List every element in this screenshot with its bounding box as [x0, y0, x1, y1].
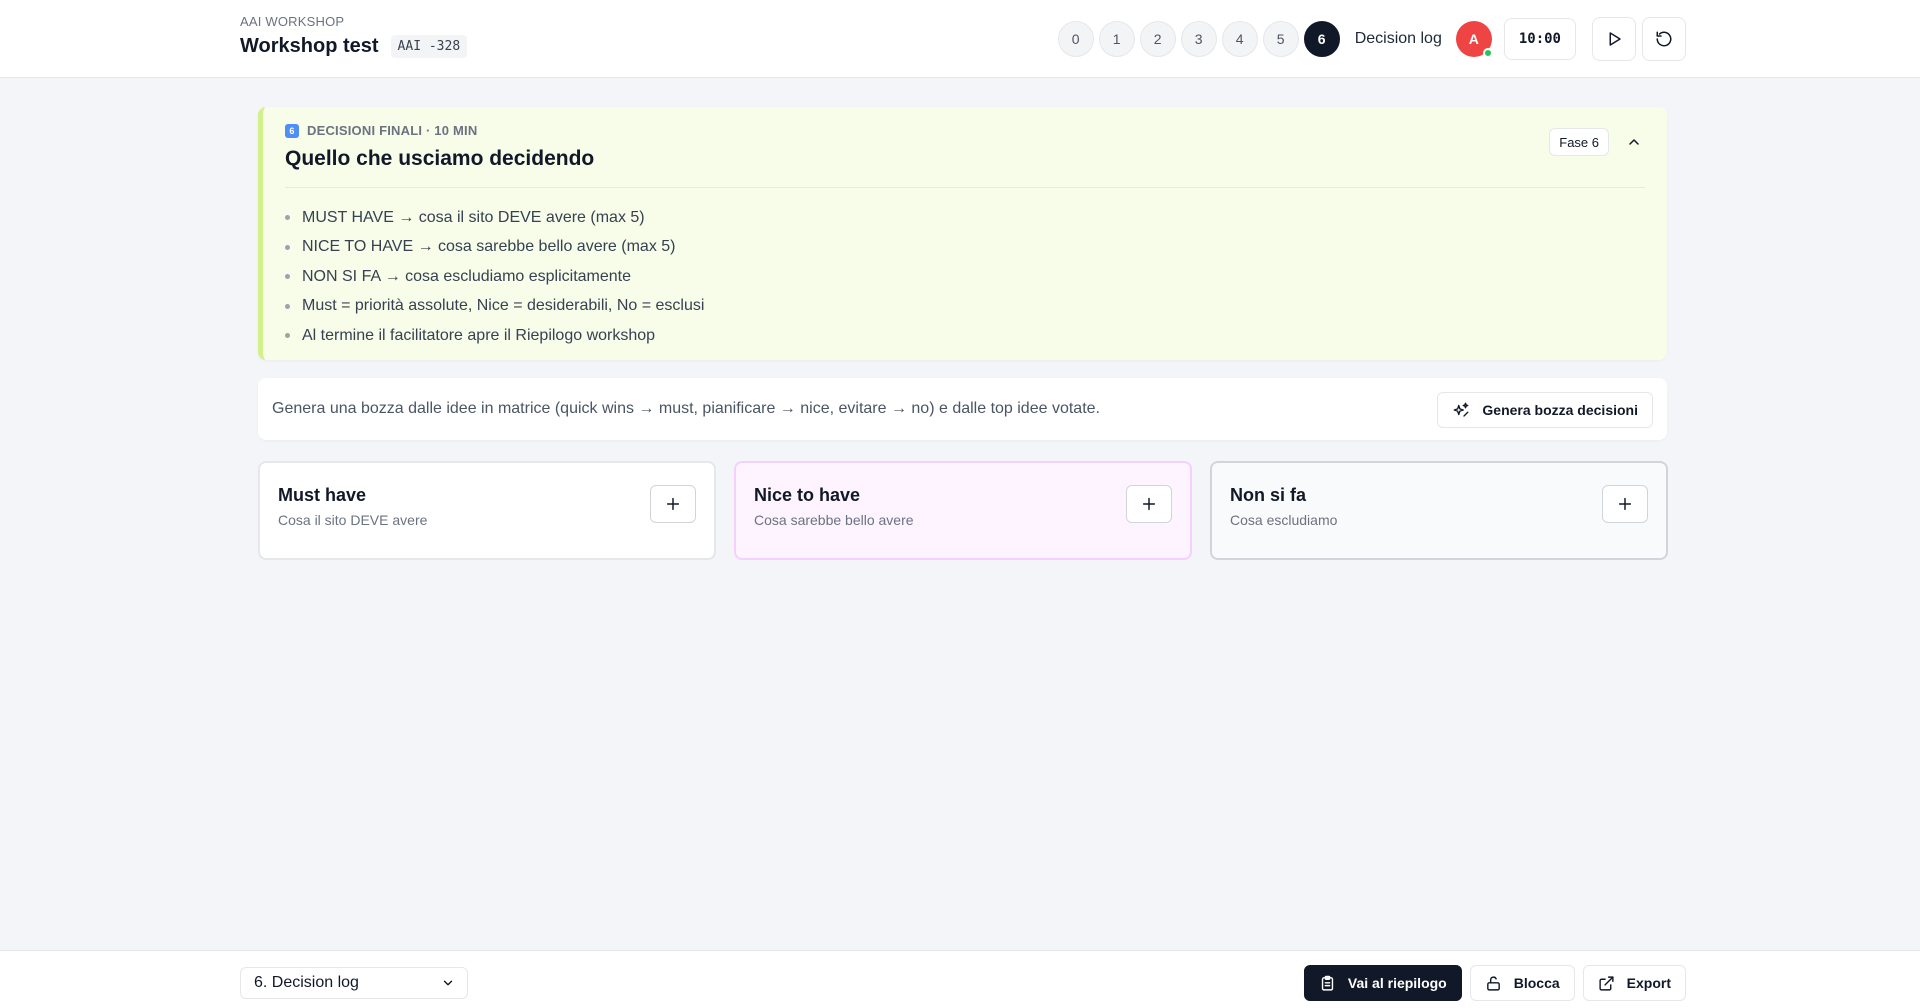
- list-item: MUST HAVE → cosa il sito DEVE avere (max…: [285, 203, 704, 233]
- title-row: Workshop test AAI -328: [240, 35, 468, 58]
- workshop-title: Workshop test: [240, 35, 379, 57]
- play-button[interactable]: [1592, 17, 1636, 61]
- generate-draft-label: Genera bozza decisioni: [1482, 402, 1638, 418]
- list-item-text: NON SI FA → cosa escludiamo esplicitamen…: [302, 267, 632, 285]
- bullet-dot: [285, 244, 290, 250]
- draft-description: Genera una bozza dalle idee in matrice (…: [272, 400, 1100, 417]
- workshop-brand: AAI WORKSHOP Workshop test AAI -328: [240, 14, 468, 58]
- list-item: NON SI FA → cosa escludiamo esplicitamen…: [285, 262, 704, 292]
- phase-button-0[interactable]: 0: [1057, 21, 1094, 57]
- column-title: Non si fa: [1230, 485, 1307, 505]
- plus-icon: [1618, 497, 1632, 511]
- go-to-summary-button[interactable]: Vai al riepilogo: [1303, 965, 1462, 1001]
- workshop-code-badge: AAI -328: [390, 35, 468, 58]
- bullet-dot: [285, 303, 290, 309]
- chevron-up-icon: [1629, 139, 1639, 145]
- phase-instructions-card: 6 DECISIONI FINALI · 10 MIN Quello che u…: [258, 107, 1667, 360]
- reset-icon: [1656, 31, 1672, 47]
- bottom-bar: 6. Decision log Vai al riepilogo Blocca …: [0, 950, 1920, 1008]
- column-subtitle: Cosa escludiamo: [1230, 512, 1338, 528]
- top-header: AAI WORKSHOP Workshop test AAI -328 0 1 …: [0, 0, 1920, 78]
- play-icon: [1609, 32, 1621, 46]
- add-nice-to-have-button[interactable]: [1126, 485, 1172, 523]
- online-status-dot: [1482, 48, 1493, 58]
- add-must-have-button[interactable]: [650, 485, 696, 523]
- reset-timer-button[interactable]: [1642, 17, 1686, 61]
- list-item: NICE TO HAVE → cosa sarebbe bello avere …: [285, 233, 704, 263]
- non-si-fa-column: Non si fa Cosa escludiamo: [1210, 461, 1668, 560]
- column-title: Must have: [278, 485, 367, 505]
- phase-button-3[interactable]: 3: [1180, 21, 1217, 57]
- list-item-text: MUST HAVE → cosa il sito DEVE avere (max…: [302, 208, 645, 226]
- bullet-dot: [285, 215, 290, 221]
- draft-generator-bar: Genera una bozza dalle idee in matrice (…: [258, 378, 1667, 440]
- nice-to-have-column: Nice to have Cosa sarebbe bello avere: [734, 461, 1192, 560]
- must-have-column: Must have Cosa il sito DEVE avere: [258, 461, 716, 560]
- sparkles-icon: [1453, 402, 1469, 417]
- phase-select[interactable]: 6. Decision log: [240, 967, 468, 999]
- collapse-button[interactable]: [1623, 131, 1645, 153]
- phase-chip: Fase 6: [1549, 128, 1609, 156]
- external-link-icon: [1599, 975, 1614, 991]
- phase-button-2[interactable]: 2: [1139, 21, 1176, 57]
- decision-log-link[interactable]: Decision log: [1355, 30, 1442, 48]
- list-item-text: Al termine il facilitatore apre il Riepi…: [302, 326, 656, 344]
- plus-icon: [666, 497, 680, 511]
- column-subtitle: Cosa il sito DEVE avere: [278, 512, 428, 528]
- phase-button-1[interactable]: 1: [1098, 21, 1135, 57]
- phase-select-value: 6. Decision log: [254, 974, 359, 991]
- unlock-icon: [1486, 975, 1500, 991]
- header-controls: 0 1 2 3 4 5 6 Decision log A 10:00: [1057, 16, 1686, 62]
- column-title: Nice to have: [754, 485, 861, 505]
- chevron-down-icon: [443, 980, 453, 986]
- phase-label: 6 DECISIONI FINALI · 10 MIN: [285, 123, 477, 138]
- phase-label-text: DECISIONI FINALI · 10 MIN: [307, 123, 478, 138]
- lock-button[interactable]: Blocca: [1469, 965, 1575, 1001]
- generate-draft-button[interactable]: Genera bozza decisioni: [1437, 392, 1653, 428]
- phase-button-6-active[interactable]: 6: [1303, 21, 1340, 57]
- phase-number-icon: 6: [285, 123, 299, 138]
- add-non-si-fa-button[interactable]: [1602, 485, 1648, 523]
- avatar-initial: A: [1468, 31, 1479, 47]
- list-item: Al termine il facilitatore apre il Riepi…: [285, 321, 704, 351]
- go-to-summary-label: Vai al riepilogo: [1347, 975, 1447, 991]
- list-item-text: NICE TO HAVE → cosa sarebbe bello avere …: [302, 238, 676, 256]
- export-button[interactable]: Export: [1582, 965, 1686, 1001]
- bullet-dot: [285, 274, 290, 280]
- column-subtitle: Cosa sarebbe bello avere: [754, 512, 914, 528]
- export-label: Export: [1626, 975, 1671, 991]
- phase-heading: Quello che usciamo decidendo: [285, 147, 595, 170]
- phase-divider: [285, 187, 1645, 188]
- plus-icon: [1142, 497, 1156, 511]
- instructions-list: MUST HAVE → cosa il sito DEVE avere (max…: [285, 203, 704, 351]
- phase-button-5[interactable]: 5: [1262, 21, 1299, 57]
- avatar[interactable]: A: [1455, 21, 1493, 58]
- footer-actions: Vai al riepilogo Blocca Export: [1296, 965, 1686, 1001]
- timer-display: 10:00: [1503, 18, 1576, 60]
- phase-button-4[interactable]: 4: [1221, 21, 1258, 57]
- list-item-text: Must = priorità assolute, Nice = desider…: [302, 297, 705, 315]
- bullet-dot: [285, 333, 290, 339]
- clipboard-icon: [1321, 975, 1334, 991]
- org-label: AAI WORKSHOP: [240, 14, 345, 29]
- list-item: Must = priorità assolute, Nice = desider…: [285, 292, 704, 322]
- lock-label: Blocca: [1513, 975, 1560, 991]
